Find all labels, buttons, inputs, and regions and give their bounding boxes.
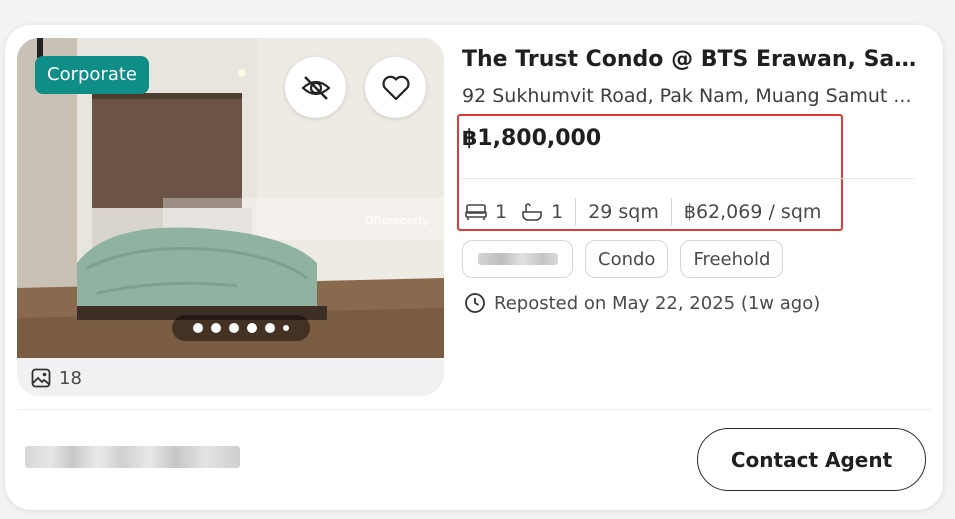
spec-separator bbox=[575, 198, 577, 226]
bedrooms: 1 bbox=[465, 201, 507, 223]
area-value: 29 sqm bbox=[588, 201, 659, 223]
carousel-dot[interactable] bbox=[211, 323, 221, 333]
tag-property-type: Condo bbox=[585, 240, 669, 278]
listing-address: 92 Sukhumvit Road, Pak Nam, Muang Samut … bbox=[462, 85, 912, 107]
agent-info-redacted bbox=[25, 446, 240, 468]
listing-price: ฿1,800,000 bbox=[462, 126, 602, 151]
listing-gallery[interactable]: DDproperty Corporate 18 bbox=[17, 38, 444, 396]
contact-agent-button[interactable]: Contact Agent bbox=[697, 428, 926, 491]
listing-card[interactable]: DDproperty Corporate 18 The Trust Condo … bbox=[5, 25, 943, 510]
favorite-button[interactable] bbox=[365, 57, 426, 118]
bathtub-icon bbox=[522, 203, 542, 221]
carousel-dot[interactable] bbox=[193, 323, 203, 333]
listing-tags: Condo Freehold bbox=[462, 240, 784, 278]
listing-specs: 1 1 29 sqm ฿62,069 / sqm bbox=[465, 195, 821, 229]
carousel-dot[interactable] bbox=[265, 323, 275, 333]
carousel-indicator[interactable] bbox=[172, 315, 310, 341]
clock-icon bbox=[465, 293, 485, 313]
photo-count: 18 bbox=[31, 365, 82, 391]
photo-count-value: 18 bbox=[59, 367, 82, 389]
carousel-dot[interactable] bbox=[283, 325, 289, 331]
spec-separator bbox=[670, 198, 672, 226]
watermark-text: DDproperty bbox=[365, 214, 430, 227]
bed-icon bbox=[465, 204, 487, 220]
eye-slash-icon bbox=[300, 75, 331, 100]
footer-divider bbox=[17, 409, 931, 410]
hide-listing-button[interactable] bbox=[285, 57, 346, 118]
corporate-badge: Corporate bbox=[35, 56, 149, 94]
divider bbox=[462, 178, 914, 179]
reposted-info: Reposted on May 22, 2025 (1w ago) bbox=[464, 290, 820, 316]
reposted-text: Reposted on May 22, 2025 (1w ago) bbox=[494, 292, 821, 314]
listing-title[interactable]: The Trust Condo @ BTS Erawan, Sam... bbox=[462, 47, 922, 72]
price-per-area: ฿62,069 / sqm bbox=[683, 201, 822, 223]
tag-tenure: Freehold bbox=[680, 240, 784, 278]
heart-icon bbox=[381, 75, 410, 100]
carousel-dot[interactable] bbox=[247, 323, 257, 333]
bathrooms-value: 1 bbox=[551, 201, 564, 223]
carousel-dot[interactable] bbox=[229, 323, 239, 333]
tag-redacted bbox=[462, 240, 573, 278]
image-icon bbox=[31, 368, 51, 388]
bedrooms-value: 1 bbox=[495, 201, 508, 223]
bathrooms: 1 bbox=[521, 201, 563, 223]
redacted-text bbox=[477, 253, 558, 265]
